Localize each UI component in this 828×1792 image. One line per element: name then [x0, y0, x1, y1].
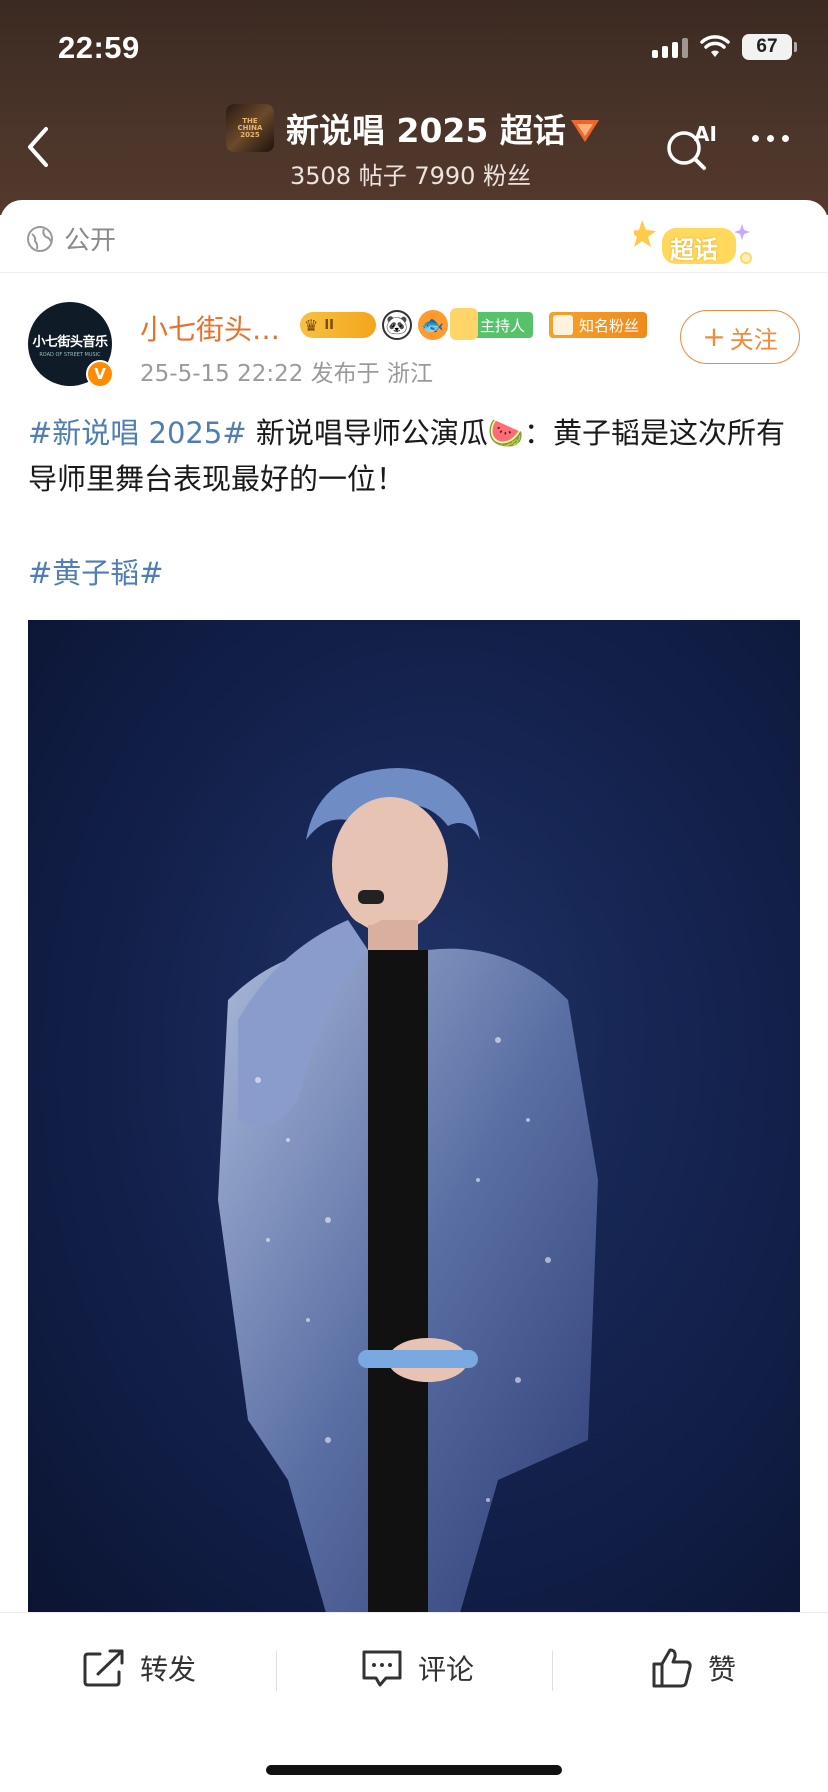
post-card: 公开 超话 小七街头音乐 ROAD OF STREET MUSIC V 小七街头…	[0, 200, 828, 1620]
home-indicator	[266, 1765, 562, 1775]
hashtag-link[interactable]: #新说唱 2025#	[28, 416, 247, 450]
back-button[interactable]	[18, 122, 58, 172]
post-meta: 25-5-15 22:22 发布于 浙江	[140, 361, 433, 387]
like-label: 赞	[708, 1653, 737, 1686]
globe-icon	[27, 225, 53, 252]
panda-icon[interactable]: 🐼	[382, 310, 412, 340]
divider	[276, 1651, 277, 1691]
performer-photo	[28, 620, 800, 1620]
share-icon	[83, 1649, 124, 1687]
battery-icon: 67	[742, 34, 797, 60]
crown-level-badge[interactable]: ♛ II	[300, 312, 376, 338]
famous-fan-badge[interactable]: 知名粉丝	[549, 312, 648, 338]
sticker-label: 超话	[670, 236, 718, 264]
cell-signal-icon	[652, 36, 688, 58]
topic-logo[interactable]: THE CHINA 2025	[226, 104, 274, 152]
wifi-icon	[700, 35, 730, 57]
header-divider	[0, 272, 828, 273]
status-indicators: 67	[652, 34, 797, 60]
repost-button[interactable]: 转发	[82, 1613, 196, 1723]
hashtag-link-person[interactable]: #黄子韬#	[28, 550, 164, 596]
privacy-indicator: 公开	[26, 220, 116, 257]
avatar-text: 小七街头音乐	[32, 334, 108, 350]
action-bar: 转发 评论 赞	[0, 1612, 828, 1792]
follow-label: 关注	[729, 325, 778, 354]
crown-icon: ♛	[304, 315, 319, 335]
more-button[interactable]	[752, 135, 789, 142]
topic-stats: 3508 帖子 7990 粉丝	[290, 162, 532, 190]
comment-icon	[362, 1650, 402, 1687]
user-badges: ♛ II 🐼 🐟 主持人 知名粉丝	[300, 308, 648, 340]
post-photo[interactable]	[28, 620, 800, 1620]
follow-button[interactable]: + 关注	[680, 310, 800, 364]
topic-title[interactable]: 新说唱 2025 超话	[286, 104, 566, 152]
thumbs-up-icon	[652, 1648, 692, 1688]
comment-label: 评论	[418, 1653, 475, 1686]
ai-search-button[interactable]: AI	[664, 122, 720, 172]
privacy-label: 公开	[64, 226, 117, 256]
plus-icon: +	[702, 320, 726, 353]
status-time: 22:59	[58, 30, 140, 65]
repost-label: 转发	[140, 1653, 197, 1686]
super-topic-badge-icon	[571, 120, 599, 142]
verified-icon: V	[86, 360, 114, 388]
comment-button[interactable]: 评论	[360, 1613, 474, 1723]
username[interactable]: 小七街头…	[140, 308, 280, 348]
super-topic-sticker: 超话	[634, 218, 754, 274]
post-text: #新说唱 2025# 新说唱导师公演瓜🍉：黄子韬是这次所有导师里舞台表现最好的一…	[28, 410, 800, 502]
host-badge[interactable]: 主持人	[449, 308, 534, 340]
fish-icon[interactable]: 🐟	[418, 310, 448, 340]
divider	[552, 1651, 553, 1691]
ai-label: AI	[694, 122, 717, 146]
like-button[interactable]: 赞	[650, 1613, 736, 1723]
topic-header: 22:59 67 THE CHINA 2025 新说唱 2025 超话 3508 帖…	[0, 0, 828, 215]
chevron-left-icon	[28, 127, 48, 167]
